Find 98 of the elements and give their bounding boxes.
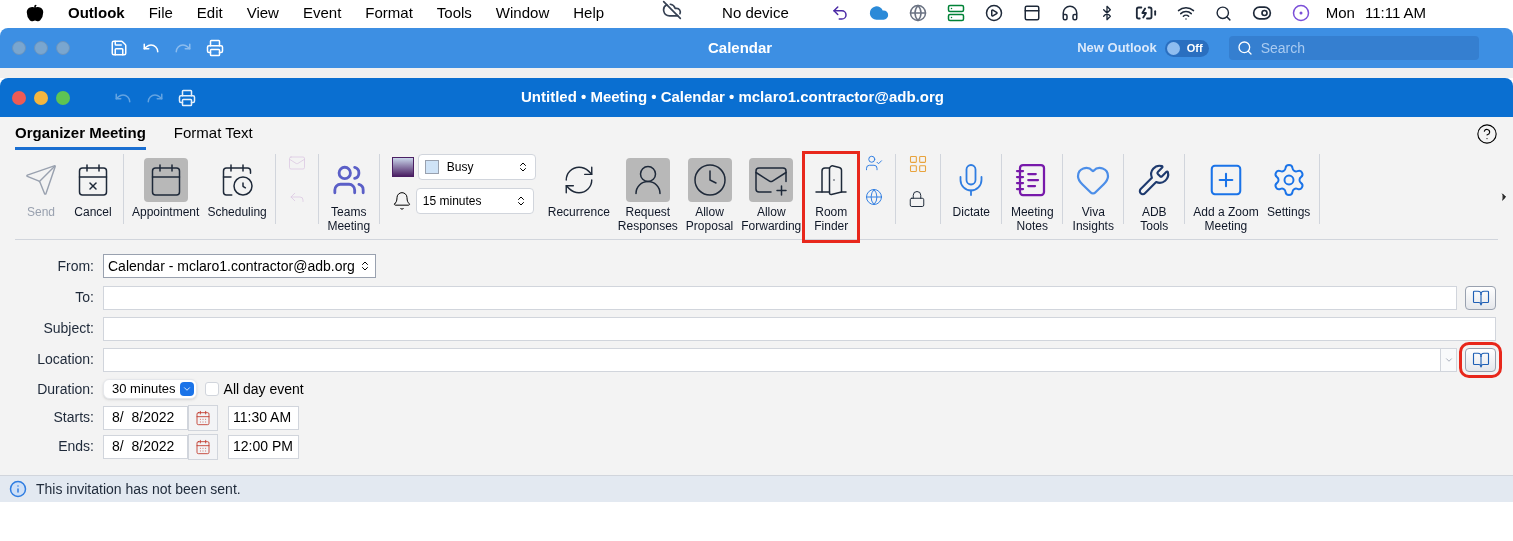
ribbon-button[interactable]: Appointment	[128, 154, 204, 240]
duration-dropdown[interactable]: 30 minutes	[103, 379, 197, 399]
ribbon-tab[interactable]: Organizer Meeting	[15, 121, 146, 150]
book-icon	[1471, 350, 1490, 369]
headphones-icon	[1060, 4, 1079, 22]
menu-item[interactable]: File	[148, 1, 173, 25]
ribbon-button[interactable]: Allow Proposal	[681, 154, 738, 240]
ribbon-button[interactable]: Request Responses	[613, 154, 682, 240]
menu-bar-day: Mon	[1325, 1, 1355, 25]
address-book-button[interactable]	[1465, 285, 1496, 310]
ribbon-button[interactable]: Dictate	[945, 154, 998, 240]
close-button[interactable]	[12, 90, 26, 105]
printer-icon	[178, 88, 196, 107]
grid-icon[interactable]	[908, 154, 929, 174]
person-check-icon[interactable]	[865, 154, 884, 172]
menu-item[interactable]: Help	[573, 1, 605, 25]
search-icon	[1214, 4, 1232, 22]
menu-bar-time: 11:11 AM	[1364, 2, 1427, 23]
search-icon	[1236, 40, 1253, 56]
menu-item[interactable]: Window	[495, 1, 550, 25]
ribbon-button[interactable]: Settings	[1262, 154, 1315, 240]
return-arrow-icon	[830, 4, 849, 22]
calendar-icon	[195, 409, 211, 426]
globe-icon[interactable]	[865, 188, 884, 206]
status-text: No device	[722, 2, 789, 23]
ribbon-button[interactable]: Scheduling	[203, 154, 271, 240]
door-icon	[813, 162, 850, 198]
time-field[interactable]: 12:00 PM	[228, 434, 299, 459]
menu-item[interactable]: Tools	[436, 1, 472, 25]
new-outlook-label: New Outlook	[1077, 39, 1157, 58]
ribbon-button[interactable]: Cancel	[67, 154, 119, 240]
server-icon	[946, 4, 965, 22]
field-label: Subject:	[42, 319, 95, 338]
show-as-dropdown[interactable]: Busy	[417, 154, 536, 180]
menu-item[interactable]: Format	[365, 1, 413, 25]
field-label: Starts:	[52, 408, 95, 427]
app-menu[interactable]: Outlook	[68, 1, 125, 25]
location-field[interactable]	[103, 347, 1457, 372]
date-field[interactable]: 8/ 8/2022	[103, 434, 188, 459]
info-icon	[9, 480, 27, 498]
date-field[interactable]: 8/ 8/2022	[103, 405, 188, 430]
book-icon	[1471, 288, 1490, 307]
printer-icon	[206, 39, 224, 57]
apple-icon	[26, 4, 44, 22]
wrench-icon	[1137, 163, 1172, 197]
send-icon	[24, 163, 58, 197]
new-outlook-toggle[interactable]: Off	[1164, 39, 1209, 57]
menu-item[interactable]: Event	[302, 1, 342, 25]
save-icon	[110, 39, 128, 57]
ribbon-button[interactable]: Room Finder	[805, 154, 858, 240]
ribbon-button[interactable]: Recurrence	[543, 154, 614, 240]
window-icon	[1022, 4, 1041, 22]
menu-item[interactable]: Edit	[196, 1, 223, 25]
to-field[interactable]	[103, 285, 1457, 310]
people-icon	[331, 163, 366, 197]
info-text: This invitation has not been sent.	[36, 479, 241, 499]
field-label: To:	[74, 288, 95, 307]
clock-icon	[691, 162, 728, 198]
ribbon-button[interactable]: Meeting Notes	[1006, 154, 1059, 240]
status-icon	[391, 157, 414, 177]
field-label: From:	[56, 256, 95, 276]
play-icon	[984, 4, 1003, 22]
field-label: Ends:	[57, 437, 95, 456]
minimize-button[interactable]	[34, 90, 48, 105]
field-label: Duration:	[36, 379, 95, 399]
zoom-button[interactable]	[56, 90, 70, 105]
siri-icon	[1291, 4, 1310, 22]
cloud-icon	[868, 3, 889, 23]
window-title: Untitled • Meeting • Calendar • mclaro1.contractor@adb.org	[521, 87, 944, 108]
calendar-button[interactable]	[188, 433, 218, 460]
field-label: Location:	[36, 350, 95, 369]
subject-field[interactable]	[103, 316, 1496, 341]
cloud-icon	[662, 0, 683, 20]
checkbox-label: All day event	[223, 379, 304, 399]
checkbox[interactable]	[204, 382, 219, 396]
ribbon-button[interactable]: ADB Tools	[1128, 154, 1181, 240]
globe-icon	[908, 4, 927, 22]
dropdown-button[interactable]	[179, 382, 194, 396]
help-icon	[1476, 123, 1498, 145]
wifi-icon	[1176, 4, 1195, 22]
bell-icon	[391, 191, 412, 211]
ribbon-button[interactable]: Viva Insights	[1067, 154, 1120, 240]
ribbon-button[interactable]: Add a Zoom Meeting	[1189, 154, 1263, 240]
window-title: Calendar	[708, 37, 773, 58]
time-field[interactable]: 11:30 AM	[228, 405, 299, 430]
caret-icon	[181, 384, 192, 394]
window-control[interactable]	[12, 41, 26, 55]
window-control[interactable]	[56, 41, 70, 55]
window-control[interactable]	[34, 41, 48, 55]
calendar-button[interactable]	[188, 404, 218, 431]
menu-item[interactable]: View	[246, 1, 279, 25]
ribbon-button[interactable]: Teams Meeting	[322, 154, 375, 240]
calendar-icon	[195, 438, 211, 455]
ribbon-tab[interactable]: Format Text	[173, 121, 253, 150]
reminder-dropdown[interactable]: 15 minutes	[415, 188, 534, 214]
ribbon-button[interactable]: Allow Forwarding	[737, 154, 806, 240]
from-dropdown[interactable]: Calendar - mclaro1.contractor@adb.org	[103, 254, 376, 278]
control-center-icon	[1251, 3, 1272, 23]
